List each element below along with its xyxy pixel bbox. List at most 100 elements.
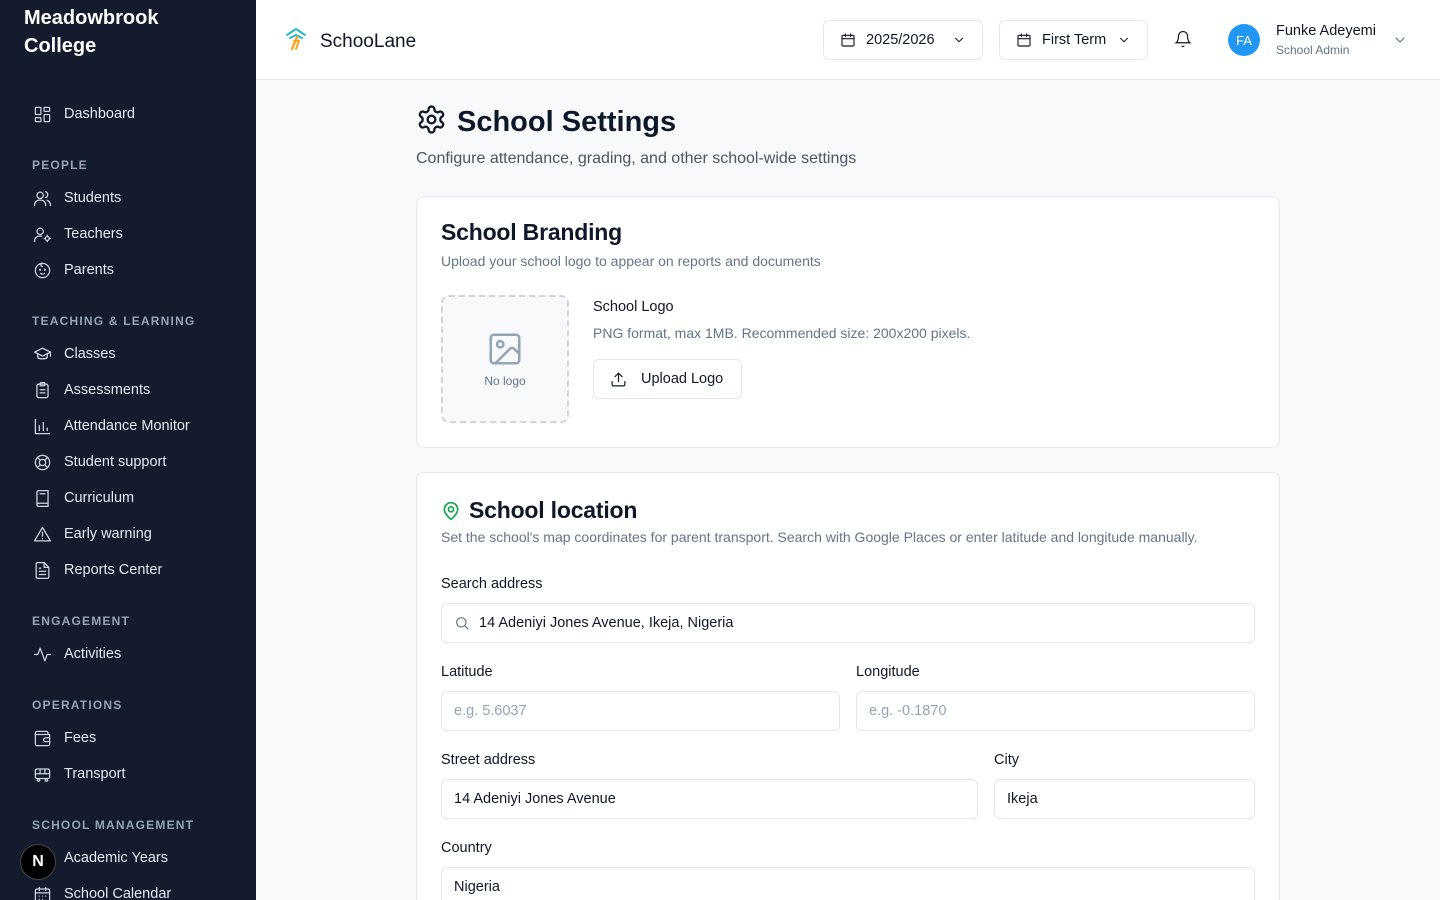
city-input[interactable]	[994, 779, 1255, 819]
section-management: SCHOOL MANAGEMENT	[32, 818, 195, 832]
sidebar-item-label: Student support	[64, 454, 167, 470]
user-name[interactable]: Funke Adeyemi	[1276, 23, 1376, 39]
sidebar-item-dashboard[interactable]: Dashboard	[0, 96, 256, 132]
sidebar-item-label: Assessments	[64, 382, 151, 398]
page-title: School Settings	[416, 104, 676, 140]
longitude-input[interactable]	[856, 691, 1255, 731]
dashboard-icon	[32, 104, 52, 124]
street-address-label: Street address	[441, 752, 536, 768]
latitude-label: Latitude	[441, 664, 493, 680]
bus-icon	[32, 764, 52, 784]
activity-icon	[32, 644, 52, 664]
location-title-row: School location	[441, 497, 637, 524]
graduation-cap-icon	[32, 344, 52, 364]
logo-preview[interactable]: No logo	[441, 295, 569, 423]
search-address-label: Search address	[441, 576, 543, 592]
country-label: Country	[441, 840, 492, 856]
school-name: Meadowbrook College	[24, 7, 159, 57]
sidebar-item-label: School Calendar	[64, 886, 172, 900]
sidebar-item-label: Attendance Monitor	[64, 418, 190, 434]
sidebar-item-label: Students	[64, 190, 122, 206]
search-icon	[456, 617, 469, 630]
sidebar-item-label: Teachers	[64, 226, 123, 242]
location-title: School location	[469, 497, 638, 523]
term-value: First Term	[1042, 32, 1107, 48]
brand[interactable]: SchooLane	[284, 26, 416, 57]
sidebar-item-parents[interactable]: Parents	[0, 252, 256, 288]
top-header: SchooLane 2025/2026 First Term FA Funke …	[256, 0, 1440, 80]
academic-year-select[interactable]: 2025/2026	[823, 20, 983, 60]
sidebar-item-activities[interactable]: Activities	[0, 636, 256, 672]
avatar[interactable]: FA	[1228, 24, 1260, 56]
city-label: City	[994, 752, 1019, 768]
sidebar-item-teachers[interactable]: Teachers	[0, 216, 256, 252]
calendar-days-icon	[32, 884, 52, 900]
sidebar-item-label: Curriculum	[64, 490, 135, 506]
country-field[interactable]	[454, 868, 1254, 900]
logo-label: School Logo	[593, 299, 674, 315]
upload-logo-label: Upload Logo	[641, 371, 724, 387]
section-operations: OPERATIONS	[32, 698, 123, 712]
no-logo-label: No logo	[484, 374, 526, 388]
upload-icon	[611, 372, 626, 386]
dev-badge[interactable]: N	[20, 844, 56, 880]
sidebar-item-warning[interactable]: Early warning	[0, 516, 256, 552]
street-address-field[interactable]	[454, 780, 977, 818]
branding-desc: Upload your school logo to appear on rep…	[441, 253, 821, 269]
calendar-icon	[841, 33, 855, 47]
gear-icon	[416, 104, 447, 140]
sidebar-item-label: Dashboard	[64, 106, 135, 122]
upload-logo-button[interactable]: Upload Logo	[593, 359, 742, 399]
bar-chart-icon	[32, 416, 52, 436]
users-icon	[32, 188, 52, 208]
page-subtitle: Configure attendance, grading, and other…	[416, 150, 857, 167]
sidebar-nav: Dashboard PEOPLE Students Teachers Paren…	[0, 96, 256, 900]
search-address-field[interactable]	[479, 604, 1254, 642]
sidebar-item-transport[interactable]: Transport	[0, 756, 256, 792]
sidebar-item-fees[interactable]: Fees	[0, 720, 256, 756]
sidebar-item-label: Transport	[64, 766, 126, 782]
location-card: School location Set the school's map coo…	[416, 472, 1280, 900]
longitude-field[interactable]	[869, 692, 1254, 730]
notifications-bell-icon[interactable]	[1174, 30, 1194, 50]
city-field[interactable]	[1007, 780, 1254, 818]
page-title-text: School Settings	[457, 105, 677, 138]
chevron-down-icon[interactable]	[1392, 32, 1408, 53]
sidebar-item-label: Early warning	[64, 526, 152, 542]
user-role: School Admin	[1276, 43, 1350, 57]
latitude-field[interactable]	[454, 692, 839, 730]
life-buoy-icon	[32, 452, 52, 472]
sidebar-item-label: Activities	[64, 646, 122, 662]
country-input[interactable]	[441, 867, 1255, 900]
term-select[interactable]: First Term	[999, 20, 1148, 60]
academic-year-value: 2025/2026	[866, 32, 935, 48]
logo-hint: PNG format, max 1MB. Recommended size: 2…	[593, 325, 971, 341]
sidebar-item-assessments[interactable]: Assessments	[0, 372, 256, 408]
brand-logo-icon	[284, 26, 308, 57]
branding-title: School Branding	[441, 219, 623, 245]
sidebar: Meadowbrook College Dashboard PEOPLE Stu…	[0, 0, 256, 900]
sidebar-item-reports[interactable]: Reports Center	[0, 552, 256, 588]
section-teaching: TEACHING & LEARNING	[32, 314, 196, 328]
file-text-icon	[32, 560, 52, 580]
baby-face-icon	[32, 260, 52, 280]
latitude-input[interactable]	[441, 691, 840, 731]
sidebar-item-label: Parents	[64, 262, 114, 278]
sidebar-item-label: Fees	[64, 730, 97, 746]
wallet-icon	[32, 728, 52, 748]
sidebar-item-support[interactable]: Student support	[0, 444, 256, 480]
search-address-input[interactable]	[441, 603, 1255, 643]
section-engagement: ENGAGEMENT	[32, 614, 131, 628]
calendar-icon	[1017, 33, 1031, 47]
sidebar-item-classes[interactable]: Classes	[0, 336, 256, 372]
sidebar-item-attendance[interactable]: Attendance Monitor	[0, 408, 256, 444]
user-cog-icon	[32, 224, 52, 244]
longitude-label: Longitude	[856, 664, 920, 680]
sidebar-item-label: Classes	[64, 346, 116, 362]
sidebar-item-curriculum[interactable]: Curriculum	[0, 480, 256, 516]
street-address-input[interactable]	[441, 779, 978, 819]
chevron-down-icon	[955, 37, 963, 43]
sidebar-item-label: Academic Years	[64, 850, 168, 866]
map-pin-icon	[443, 501, 459, 520]
sidebar-item-students[interactable]: Students	[0, 180, 256, 216]
